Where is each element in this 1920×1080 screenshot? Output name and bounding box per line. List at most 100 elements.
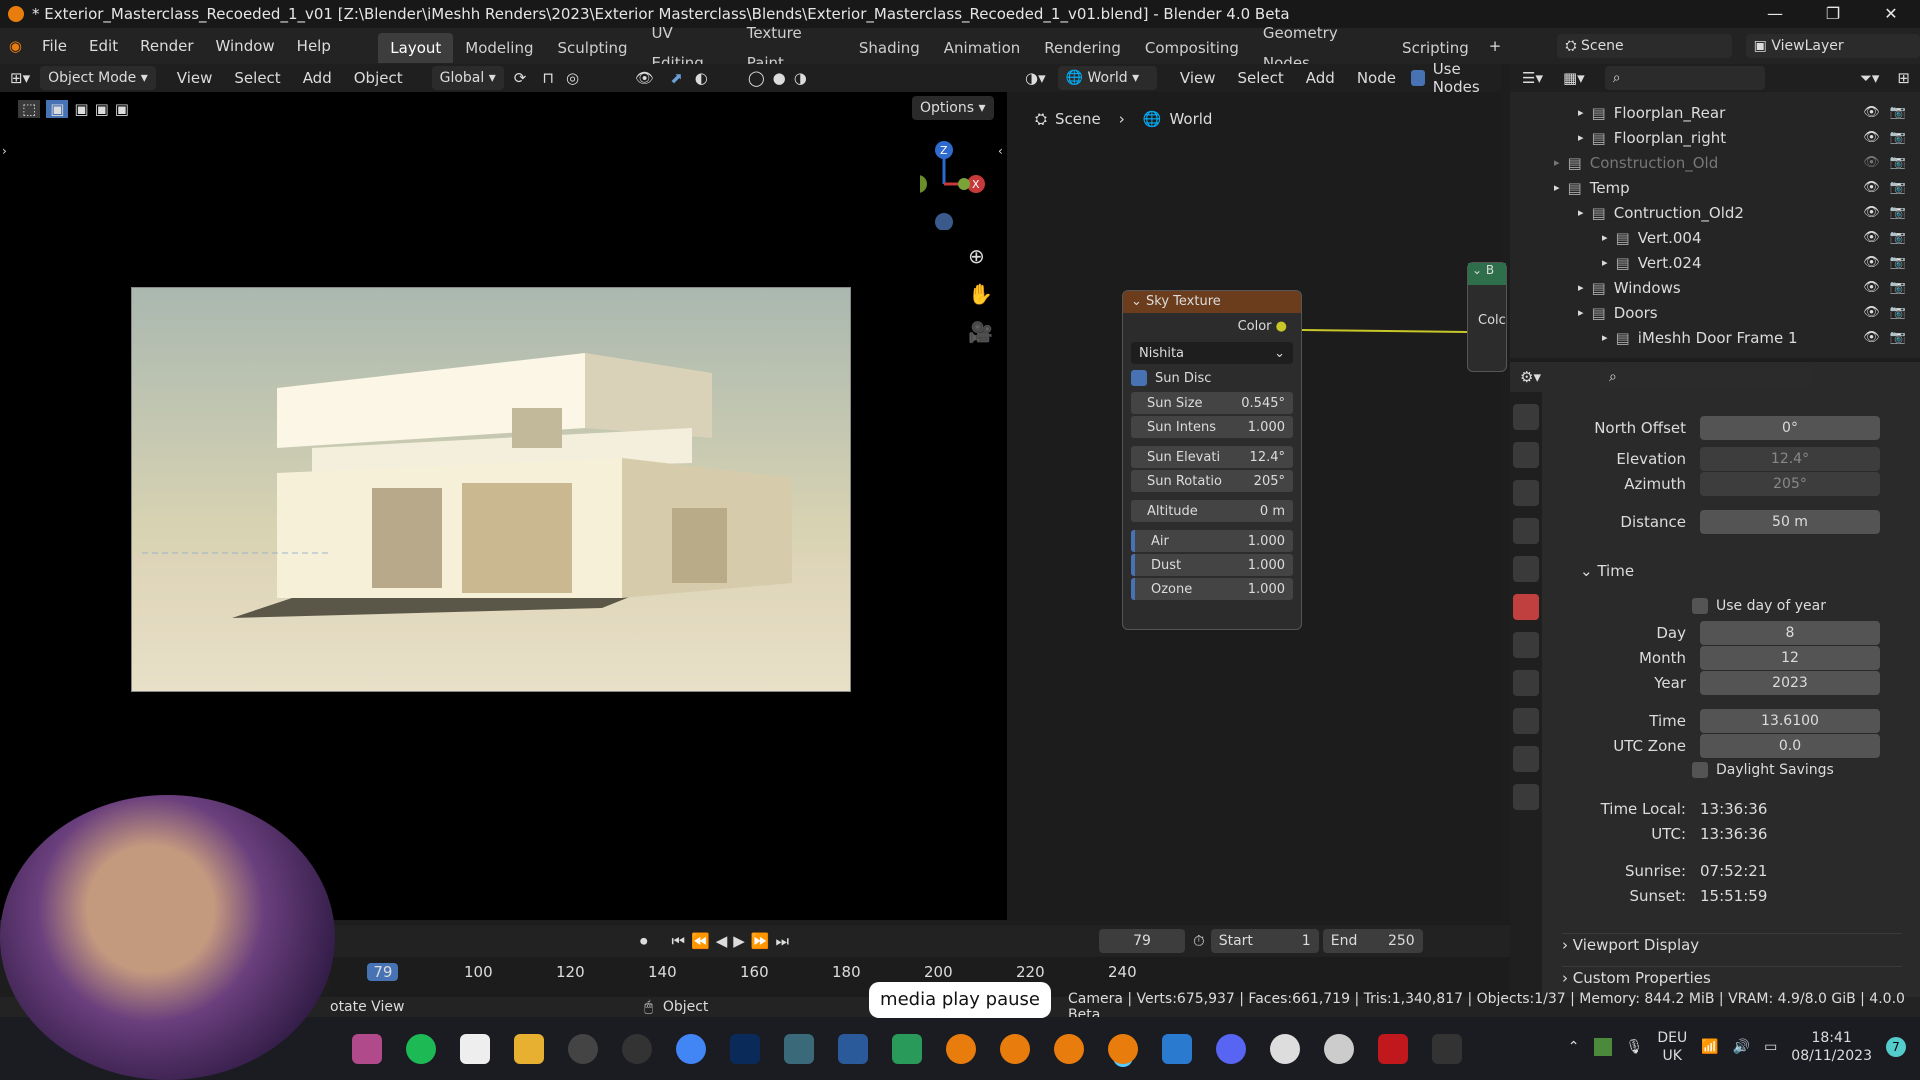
current-frame-field[interactable]: 79 [1099, 929, 1186, 953]
record-icon[interactable]: ⏺ [640, 932, 648, 950]
clock[interactable]: 18:41 08/11/2023 [1791, 1029, 1872, 1065]
tab-compositing[interactable]: Compositing [1133, 33, 1251, 63]
camera-icon[interactable]: 📷 [1890, 280, 1906, 295]
menu-help[interactable]: Help [286, 28, 342, 64]
spotify-icon[interactable] [406, 1033, 436, 1064]
sky-texture-node-header[interactable]: ⌄ Sky Texture [1123, 291, 1301, 313]
sky-texture-node[interactable]: ⌄ Sky Texture Color ● Nishita ⌄ Sun Disc … [1122, 290, 1302, 630]
camera-view-icon[interactable]: 🎥 [968, 320, 993, 344]
terminal-icon[interactable] [1432, 1033, 1462, 1064]
background-node-partial[interactable]: ⌄ B Colc [1467, 262, 1507, 372]
world-selector[interactable]: 🌐 World ▾ [1057, 66, 1157, 90]
constraints-tab-icon[interactable] [1513, 708, 1539, 734]
outliner-row[interactable]: ▸ ▤ Floorplan_Rear 👁 📷 [1510, 100, 1920, 125]
solid-shading-icon[interactable]: ● [769, 69, 790, 87]
eye-icon[interactable]: 👁 [1863, 105, 1880, 120]
outliner-editor-icon[interactable]: ☰▾ [1510, 69, 1555, 87]
expand-arrow-icon[interactable]: ▸ [1578, 106, 1584, 119]
month-field[interactable]: 12 [1700, 646, 1880, 670]
camera-icon[interactable]: 📷 [1890, 130, 1906, 145]
sync-icon[interactable] [568, 1033, 598, 1064]
sun-disc-checkbox[interactable]: Sun Disc [1131, 370, 1293, 386]
expand-arrow-icon[interactable]: ▸ [1578, 206, 1584, 219]
blender-icon-1[interactable] [946, 1033, 976, 1064]
tab-scripting[interactable]: Scripting [1390, 33, 1481, 63]
toolbar-expand-arrow-icon[interactable]: › [2, 144, 7, 158]
maximize-icon[interactable]: ❐ [1804, 0, 1862, 28]
select-box-icon[interactable]: ▣ [46, 100, 69, 118]
sky-factor-2[interactable]: Ozone 1.000 [1131, 578, 1293, 600]
select-invert-icon[interactable]: ▣ [115, 100, 129, 118]
battery-icon[interactable]: ▭ [1764, 1039, 1777, 1055]
navigation-gizmo[interactable]: Z X [909, 140, 1000, 231]
acrobat-icon[interactable] [1378, 1033, 1408, 1064]
viewport-collapse-arrow-icon[interactable]: ‹ [998, 144, 1003, 158]
eye-icon[interactable]: 👁 [1863, 230, 1880, 245]
notification-badge[interactable]: 7 [1886, 1037, 1906, 1057]
node-menu-select[interactable]: Select [1227, 60, 1295, 96]
snipping-tool-icon[interactable] [352, 1033, 382, 1064]
eye-icon[interactable]: 👁 [1863, 330, 1880, 345]
eye-icon[interactable]: 👁 [1863, 180, 1880, 195]
properties-editor-icon[interactable]: ⚙▾ [1510, 368, 1551, 386]
settings-gear-icon[interactable] [1324, 1033, 1354, 1064]
year-field[interactable]: 2023 [1700, 671, 1880, 695]
pivot-icon[interactable]: ⟳ [504, 69, 537, 87]
material-shading-icon[interactable]: ◑ [790, 69, 811, 87]
prev-keyframe-icon[interactable]: ⏪ [691, 932, 710, 950]
new-collection-icon[interactable]: ⊞ [1887, 69, 1920, 87]
camera-icon[interactable]: 📷 [1890, 255, 1906, 270]
sky-factor-0[interactable]: Air 1.000 [1131, 530, 1293, 552]
use-nodes-checkbox[interactable]: Use Nodes [1410, 60, 1501, 96]
distance-field[interactable]: 50 m [1700, 510, 1880, 534]
time-section-toggle[interactable]: ⌄ Time [1580, 562, 1634, 580]
visibility-icon[interactable]: 👁 [625, 69, 664, 87]
obs-icon[interactable] [622, 1033, 652, 1064]
overlay-icon[interactable]: ◐ [689, 69, 714, 87]
custom-properties-panel[interactable]: › Custom Properties [1562, 966, 1902, 987]
view-layer-selector[interactable]: ▣ ViewLayer [1745, 34, 1920, 58]
tab-rendering[interactable]: Rendering [1032, 33, 1133, 63]
zoom-icon[interactable]: ⊕ [968, 244, 985, 268]
volume-icon[interactable]: 🔊 [1733, 1039, 1750, 1055]
expand-arrow-icon[interactable]: ▸ [1602, 331, 1608, 344]
discord-icon[interactable] [1216, 1033, 1246, 1064]
start-frame-field[interactable]: Start 1 [1210, 929, 1319, 953]
davinci-icon[interactable] [784, 1033, 814, 1064]
sky-type-dropdown[interactable]: Nishita ⌄ [1131, 342, 1293, 364]
timer-icon[interactable]: ⏱ [1193, 932, 1205, 950]
tool-tab-icon[interactable] [1513, 404, 1539, 430]
tab-animation[interactable]: Animation [932, 33, 1032, 63]
daylight-savings-checkbox[interactable]: Daylight Savings [1692, 762, 1834, 778]
wireframe-shading-icon[interactable]: ◯ [744, 69, 769, 87]
sky-field-0[interactable]: Sun Size 0.545° [1131, 392, 1293, 414]
view-layer-tab-icon[interactable] [1513, 518, 1539, 544]
snap-icon[interactable]: ⊓ [536, 69, 560, 87]
sky-factor-1[interactable]: Dust 1.000 [1131, 554, 1293, 576]
node-menu-add[interactable]: Add [1295, 60, 1346, 96]
expand-arrow-icon[interactable]: ▸ [1578, 131, 1584, 144]
expand-arrow-icon[interactable]: ▸ [1578, 306, 1584, 319]
jump-start-icon[interactable]: ⏮ [672, 932, 686, 950]
outliner-row[interactable]: ▸ ▤ Vert.004 👁 📷 [1510, 225, 1920, 250]
time-field[interactable]: 13.6100 [1700, 709, 1880, 733]
end-frame-field[interactable]: End 250 [1322, 929, 1423, 953]
tab-shading[interactable]: Shading [847, 33, 932, 63]
expand-arrow-icon[interactable]: ▸ [1554, 181, 1560, 194]
expand-arrow-icon[interactable]: ▸ [1578, 281, 1584, 294]
sky-field-1[interactable]: Sun Intens 1.000 [1131, 416, 1293, 438]
object-tab-icon[interactable] [1513, 632, 1539, 658]
day-field[interactable]: 8 [1700, 621, 1880, 645]
camera-icon[interactable]: 📷 [1890, 180, 1906, 195]
node-menu-node[interactable]: Node [1346, 60, 1407, 96]
editor-type-icon[interactable]: ⊞▾ [0, 69, 40, 87]
outliner-row[interactable]: ▸ ▤ Construction_Old 👁 📷 [1510, 150, 1920, 175]
options-dropdown[interactable]: Options ▾ [912, 96, 994, 120]
sky-field-4[interactable]: Altitude 0 m [1131, 500, 1293, 522]
outliner-row[interactable]: ▸ ▤ Doors 👁 📷 [1510, 300, 1920, 325]
expand-arrow-icon[interactable]: ▸ [1554, 156, 1560, 169]
camera-icon[interactable]: 📷 [1890, 305, 1906, 320]
menu-render[interactable]: Render [129, 28, 204, 64]
photoshop-icon[interactable] [730, 1033, 760, 1064]
outliner-row[interactable]: ▸ ▤ Windows 👁 📷 [1510, 275, 1920, 300]
